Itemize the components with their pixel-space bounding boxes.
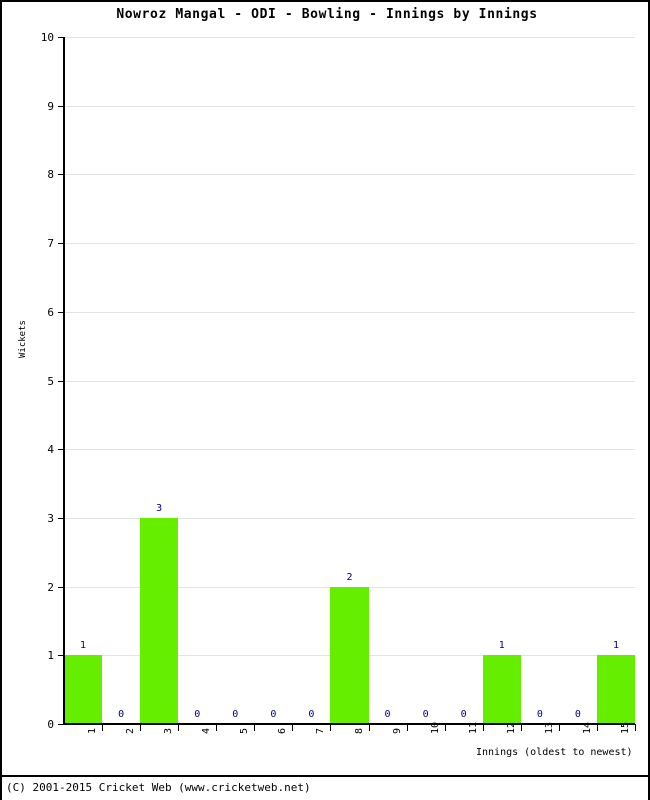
y-axis-tick [58,105,64,107]
x-axis-tick-label: 10 [429,721,441,734]
y-axis-tick-label: 9 [47,99,54,113]
bar-slot[interactable]: 0 [254,37,292,724]
bar-slot[interactable]: 0 [521,37,559,724]
x-axis-tick [635,724,636,731]
y-axis-tick-label: 5 [47,374,54,388]
y-axis-title: Wickets [18,320,28,358]
bar-value-label: 2 [346,571,353,583]
plot-area: 103000020001001 0 1 2 3 4 5 6 7 8 9 10 1 2 3 4 5 6 7 8 9 10… [41,32,636,734]
y-axis-tick-label: 2 [47,580,54,594]
x-axis-tick-label: 11 [467,721,479,734]
bar-slot[interactable]: 2 [330,37,369,724]
y-axis-tick-label: 0 [47,718,54,731]
bar-value-label: 0 [536,709,543,720]
x-axis-tick [596,724,598,731]
bar-slot[interactable]: 0 [559,37,597,724]
x-axis-tick-label: 7 [315,727,327,734]
bar-slot[interactable]: 0 [445,37,483,724]
bar-value-label: 0 [422,709,429,720]
bar-value-label: 0 [308,709,315,720]
y-axis-tick-label: 4 [47,443,54,457]
x-axis-tick-label: 12 [505,721,517,734]
bar-value-label: 0 [194,709,201,720]
bar[interactable] [596,655,635,724]
bar-value-label: 0 [270,709,277,720]
bar-value-label: 1 [80,640,87,652]
y-axis-tick-label: 6 [47,305,54,319]
x-axis-tick-label: 14 [581,721,593,734]
x-axis-tick [558,724,560,731]
y-axis-tick [58,243,64,245]
bar-slot[interactable]: 1 [482,37,521,724]
y-axis-tick [58,37,64,38]
copyright-notice: (C) 2001-2015 Cricket Web (www.cricketwe… [6,781,311,794]
bar[interactable] [64,655,103,724]
x-axis-tick-label: 9 [391,727,403,734]
bar-value-label: 0 [232,709,239,720]
bar-slot[interactable]: 1 [596,37,635,724]
bar-slot[interactable]: 0 [102,37,140,724]
bar-value-label: 1 [498,640,505,652]
bar-slot[interactable]: 0 [216,37,254,724]
bar-slot[interactable]: 0 [178,37,216,724]
x-axis-tick [406,724,408,731]
x-axis-tick [368,724,370,731]
bar-value-label: 0 [460,709,467,720]
y-axis-tick-label: 3 [47,511,54,525]
x-axis-tick [140,724,142,731]
page-title: Nowroz Mangal - ODI - Bowling - Innings … [116,7,538,22]
bar-slot[interactable]: 0 [369,37,407,724]
bar-value-label: 0 [384,709,391,720]
y-axis-tick [58,311,64,313]
y-axis-tick [58,724,64,725]
x-axis-tick [102,724,104,731]
bar[interactable] [140,517,179,724]
x-axis-tick [216,724,218,731]
x-axis-tick [292,724,294,731]
x-axis-tick-label: 4 [201,727,213,734]
bar-value-label: 3 [156,502,163,514]
chart-page: Nowroz Mangal - ODI - Bowling - Innings … [0,0,650,800]
x-axis-tick-label: 13 [543,721,555,734]
bar[interactable] [482,655,521,724]
y-axis-tick [58,655,64,657]
y-axis-tick [58,586,64,588]
y-axis-tick-label: 10 [40,31,54,44]
y-axis-tick-label: 1 [47,649,54,663]
x-axis-tick-label: 5 [239,727,251,734]
x-axis-tick-label: 1 [87,727,99,734]
bar-value-label: 1 [612,640,619,652]
y-axis-tick [58,174,64,176]
x-axis-tick [482,724,484,731]
footer-divider [2,775,650,777]
y-axis-tick [58,517,64,519]
y-axis-tick-label: 7 [47,237,54,251]
x-axis-title: Innings (oldest to newest) [476,747,633,758]
bar-slot[interactable]: 1 [64,37,103,724]
y-axis-tick-label: 8 [47,168,54,182]
bar[interactable] [330,586,369,724]
bar-slot[interactable]: 0 [292,37,330,724]
x-axis-tick [254,724,256,731]
x-axis-tick [444,724,446,731]
bar-slot[interactable]: 0 [407,37,445,724]
x-axis-tick-label: 15 [619,721,631,734]
x-axis-tick [178,724,180,731]
x-axis-tick-label: 8 [353,727,365,734]
x-axis-tick-label: 3 [163,727,175,734]
x-axis-tick [330,724,332,731]
bar-slot[interactable]: 3 [140,37,179,724]
bar-value-label: 0 [574,709,581,720]
y-axis-tick [58,380,64,382]
bar-value-label: 0 [118,709,125,720]
x-axis-tick-label: 2 [125,727,137,734]
y-axis-tick [58,449,64,451]
x-axis-tick [520,724,522,731]
x-axis-tick-label: 6 [277,727,289,734]
